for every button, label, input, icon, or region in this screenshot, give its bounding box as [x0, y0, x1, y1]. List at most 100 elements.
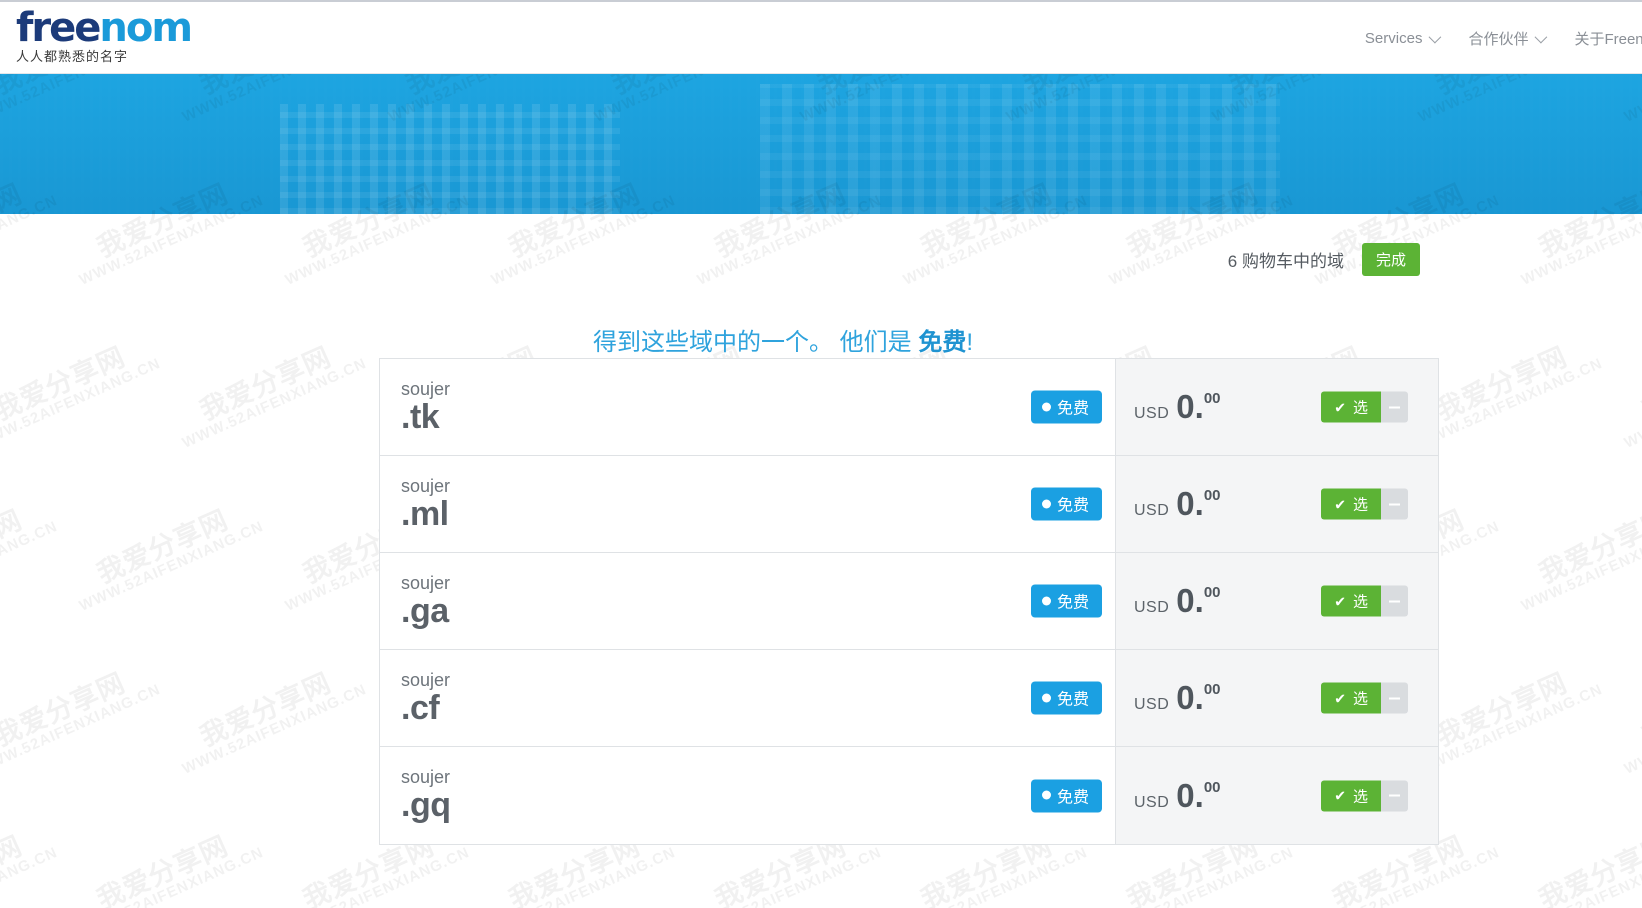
minus-icon	[1389, 503, 1400, 505]
price-currency: USD	[1134, 793, 1170, 811]
nav-item-partners[interactable]: 合作伙伴	[1468, 28, 1548, 49]
price-cents: 00	[1203, 584, 1221, 601]
remove-domain-button[interactable]	[1381, 585, 1408, 617]
watermark-line1: 我爱分享网	[0, 830, 27, 908]
domain-tld: .tk	[401, 397, 440, 436]
domain-sld: soujer	[401, 572, 451, 593]
watermark-line1: 我爱分享网	[92, 830, 233, 908]
bullet-icon	[1041, 402, 1051, 411]
logo[interactable]: freenom 人人都熟悉的名字	[16, 5, 193, 65]
check-icon: ✔	[1334, 787, 1346, 804]
price-amount: 0	[1176, 776, 1195, 814]
free-badge-label: 免费	[1056, 691, 1089, 709]
minus-icon	[1389, 600, 1400, 602]
watermark-line2: WWW.52AIFENXIANG.CN	[76, 518, 267, 616]
free-badge-label: 免费	[1056, 594, 1089, 612]
price-currency: USD	[1134, 696, 1170, 713]
price-cents: 00	[1203, 487, 1221, 504]
free-badge-label: 免费	[1056, 497, 1089, 515]
watermark-line2: WWW.52AIFENXIANG.CN	[179, 681, 370, 779]
watermark-line2: WWW.52AIFENXIANG.CN	[282, 844, 473, 908]
cart-bar: 6 购物车中的域 完成	[1228, 243, 1420, 276]
check-icon: ✔	[1334, 593, 1346, 609]
price-decimal-separator: .	[1194, 485, 1204, 522]
free-badge: 免费	[1030, 487, 1102, 521]
watermark-line2: WWW.52AIFENXIANG.CN	[1621, 355, 1642, 453]
free-badge: 免费	[1030, 681, 1102, 715]
row-actions: ✔ 选	[1321, 488, 1408, 520]
free-badge: 免费	[1030, 390, 1102, 424]
remove-domain-button[interactable]	[1381, 391, 1408, 423]
table-row: soujer .ga 免费 USD 0. 00 ✔ 选	[380, 553, 1438, 650]
domain-cell: soujer .ga 免费	[380, 553, 1115, 649]
headline-free-word: 免费	[918, 329, 967, 356]
remove-domain-button[interactable]	[1381, 682, 1408, 714]
select-domain-button[interactable]: ✔ 选	[1321, 391, 1381, 423]
select-button-label: 选	[1352, 496, 1368, 514]
remove-domain-button[interactable]	[1381, 780, 1408, 811]
minus-icon	[1389, 406, 1400, 408]
watermark-line1: 我爱分享网	[1637, 341, 1642, 426]
done-button[interactable]: 完成	[1361, 243, 1420, 276]
watermark-line2: WWW.52AIFENXIANG.CN	[488, 844, 679, 908]
domain-tld: .ml	[401, 494, 449, 533]
watermark-line1: 我爱分享网	[0, 667, 130, 752]
table-row: soujer .ml 免费 USD 0. 00 ✔ 选	[380, 456, 1438, 553]
bullet-icon	[1041, 596, 1051, 605]
domain-cell: soujer .gq 免费	[380, 747, 1115, 844]
price-amount: 0	[1176, 388, 1195, 425]
watermark-line2: WWW.52AIFENXIANG.CN	[0, 681, 164, 779]
bullet-icon	[1041, 790, 1051, 800]
row-actions: ✔ 选	[1321, 585, 1408, 617]
watermark-line2: WWW.52AIFENXIANG.CN	[694, 844, 885, 908]
select-domain-button[interactable]: ✔ 选	[1321, 488, 1381, 520]
price: USD 0. 00	[1134, 679, 1221, 717]
free-badge: 免费	[1030, 584, 1102, 618]
price-decimal-separator: .	[1194, 776, 1204, 814]
watermark-text: 我爱分享网WWW.52AIFENXIANG.CN	[1508, 819, 1642, 908]
headline-prefix: 得到这些域中的一个。 他们是	[592, 329, 919, 356]
select-domain-button[interactable]: ✔ 选	[1321, 585, 1381, 617]
hero-banner	[0, 74, 1642, 214]
select-domain-button[interactable]: ✔ 选	[1321, 682, 1381, 714]
watermark-line2: WWW.52AIFENXIANG.CN	[0, 355, 164, 453]
domain-tld: .cf	[401, 688, 440, 727]
table-row: soujer .cf 免费 USD 0. 00 ✔ 选	[380, 650, 1438, 747]
select-button-label: 选	[1352, 690, 1368, 708]
domain-cell: soujer .cf 免费	[380, 650, 1115, 746]
free-badge-label: 免费	[1056, 789, 1089, 806]
watermark-line2: WWW.52AIFENXIANG.CN	[1312, 844, 1503, 908]
watermark-line1: 我爱分享网	[195, 667, 336, 752]
select-domain-button[interactable]: ✔ 选	[1321, 780, 1381, 811]
watermark-line2: WWW.52AIFENXIANG.CN	[1106, 844, 1297, 908]
row-actions: ✔ 选	[1321, 780, 1408, 811]
chevron-down-icon	[1429, 30, 1442, 44]
select-button-label: 选	[1352, 399, 1368, 417]
watermark-text: 我爱分享网WWW.52AIFENXIANG.CN	[1611, 330, 1642, 453]
hero-building-graphic-2	[760, 84, 1280, 214]
page-title: 得到这些域中的一个。 他们是 免费!	[0, 322, 1566, 357]
nav-item-services[interactable]: Services	[1365, 30, 1442, 47]
hero-building-graphic	[280, 104, 620, 214]
watermark-line2: WWW.52AIFENXIANG.CN	[1621, 681, 1642, 779]
watermark-line2: WWW.52AIFENXIANG.CN	[0, 844, 61, 908]
watermark-line2: WWW.52AIFENXIANG.CN	[1415, 681, 1606, 779]
watermark-line2: WWW.52AIFENXIANG.CN	[1518, 518, 1642, 616]
watermark-line2: WWW.52AIFENXIANG.CN	[0, 518, 61, 616]
nav-item-about[interactable]: 关于Freeno	[1574, 28, 1642, 49]
price-cents: 00	[1203, 778, 1221, 796]
row-actions: ✔ 选	[1321, 682, 1408, 714]
price-cents: 00	[1203, 390, 1221, 407]
watermark-line1: 我爱分享网	[1534, 830, 1642, 908]
watermark-line1: 我爱分享网	[0, 504, 27, 589]
minus-icon	[1389, 697, 1400, 699]
logo-free-part: free	[16, 5, 101, 51]
bullet-icon	[1041, 693, 1051, 702]
watermark-line2: WWW.52AIFENXIANG.CN	[1518, 844, 1642, 908]
domain-sld: soujer	[401, 475, 451, 496]
main-nav: Services 合作伙伴 关于Freeno	[1365, 28, 1642, 49]
domain-results-table: soujer .tk 免费 USD 0. 00 ✔ 选 soujer .ml 免费 USD 0. 00 ✔ 选…	[379, 358, 1439, 845]
price: USD 0. 00	[1134, 582, 1221, 620]
remove-domain-button[interactable]	[1381, 488, 1408, 520]
table-row: soujer .tk 免费 USD 0. 00 ✔ 选	[380, 359, 1438, 456]
